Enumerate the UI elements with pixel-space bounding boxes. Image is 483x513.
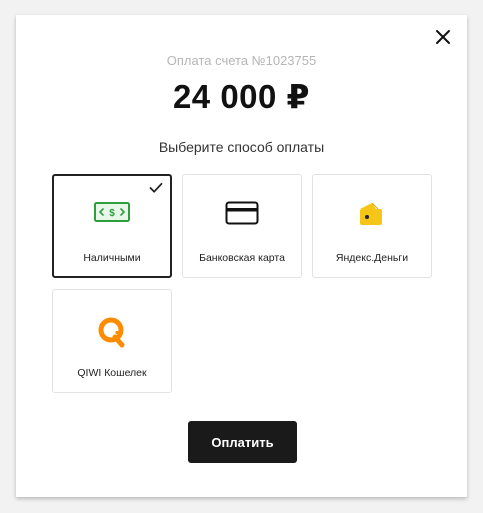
payment-option-label: Наличными (83, 252, 141, 264)
qiwi-logo-icon (98, 317, 125, 348)
close-icon (436, 30, 450, 44)
cash-icon: $ (94, 202, 130, 222)
payment-option-cash[interactable]: $ Наличными (52, 174, 172, 278)
payment-modal: Оплата счета №1023755 24 000 ₽ Выберите … (16, 15, 467, 497)
pay-button[interactable]: Оплатить (188, 421, 297, 463)
svg-text:$: $ (109, 208, 115, 219)
payment-option-label: QIWI Кошелек (77, 367, 147, 379)
close-button[interactable] (433, 27, 453, 47)
payment-option-bank-card[interactable]: Банковская карта (182, 174, 302, 278)
payment-option-label: Банковская карта (199, 252, 285, 264)
payment-option-qiwi[interactable]: QIWI Кошелек (52, 289, 172, 393)
payment-option-yandex-money[interactable]: Яндекс.Деньги (312, 174, 432, 278)
choose-method-label: Выберите способ оплаты (158, 139, 325, 155)
payment-option-label: Яндекс.Деньги (335, 252, 409, 264)
checkmark-icon (149, 181, 163, 199)
payment-amount: 24 000 ₽ (172, 78, 311, 115)
invoice-number-label: Оплата счета №1023755 (166, 53, 317, 68)
yandex-money-wallet-icon (360, 202, 382, 225)
credit-card-icon (225, 201, 259, 225)
